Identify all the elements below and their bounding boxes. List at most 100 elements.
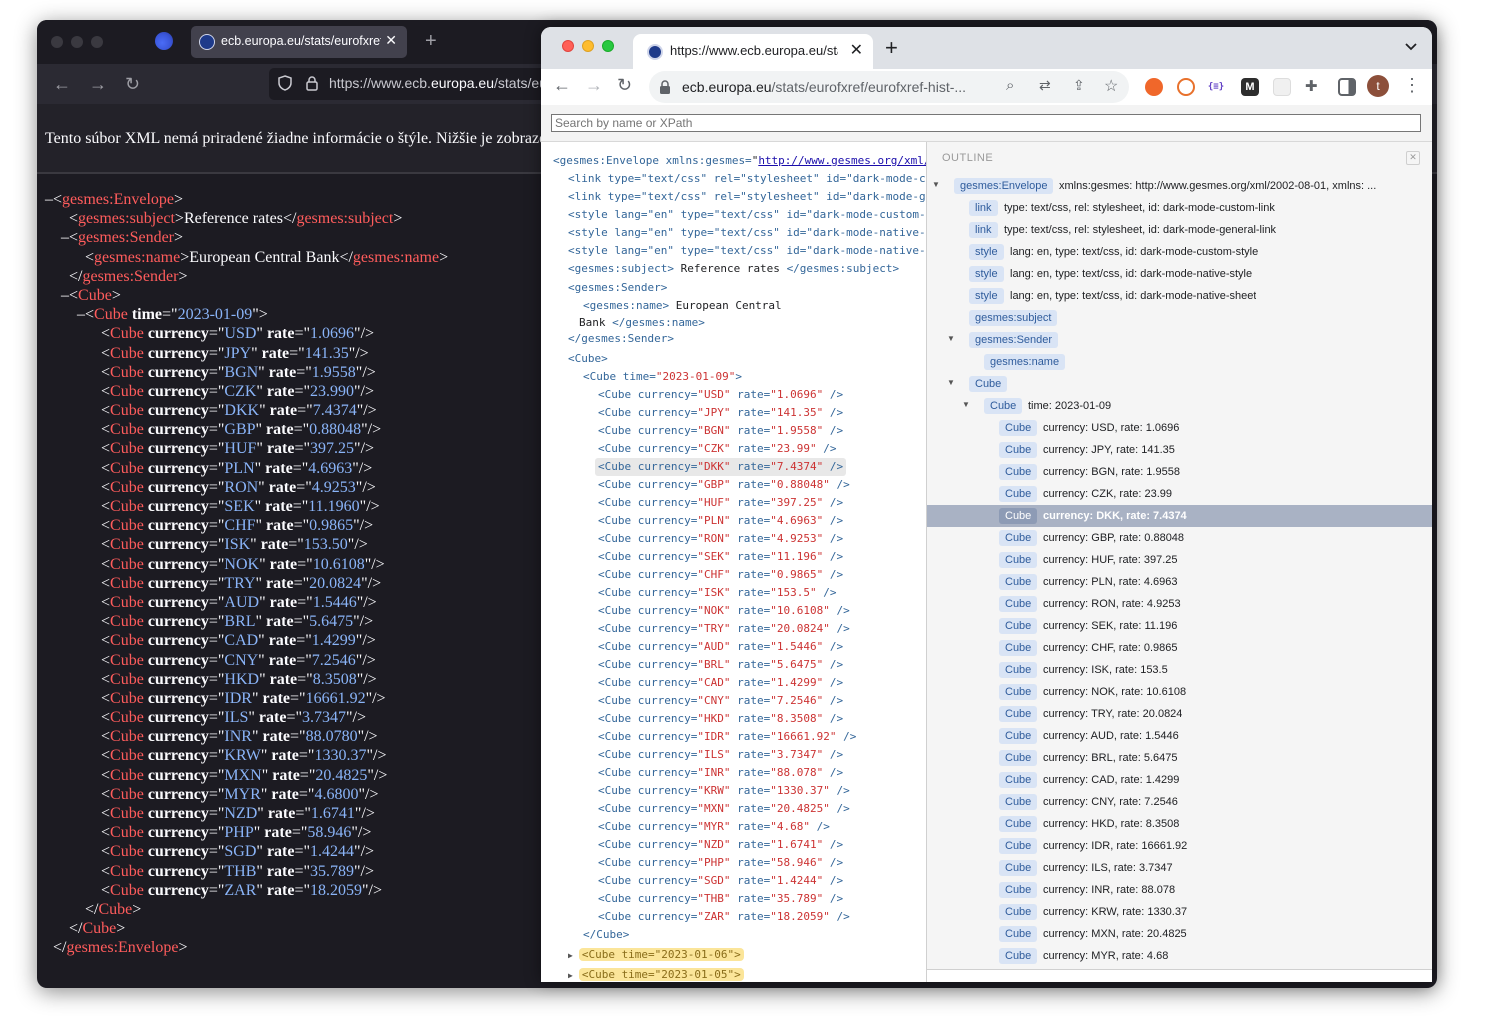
expand-triangle-icon[interactable]: ▼: [947, 334, 955, 343]
outline-row[interactable]: Cube currency: ILS, rate: 3.7347: [927, 857, 1432, 879]
expand-triangle-icon[interactable]: ▶: [568, 971, 573, 980]
bookmark-star-icon[interactable]: ☆: [1104, 76, 1118, 96]
outline-row[interactable]: ▼ gesmes:Envelope xmlns:gesmes: http://www…: [927, 175, 1432, 197]
window-minimize-dot[interactable]: [71, 36, 83, 48]
outline-row[interactable]: ▼ Cube time: 2023-01-09: [927, 395, 1432, 417]
outline-element-label[interactable]: gesmes:subject: [969, 310, 1058, 326]
cube-tag[interactable]: Cube: [78, 287, 112, 304]
outline-row[interactable]: style lang: en, type: text/css, id: dark-…: [927, 285, 1432, 307]
outline-element-label[interactable]: Cube: [999, 552, 1038, 568]
outline-row[interactable]: Cube currency: NOK, rate: 10.6108: [927, 681, 1432, 703]
extensions-puzzle-icon[interactable]: ✚: [1305, 77, 1318, 95]
outline-element-label[interactable]: style: [969, 266, 1004, 282]
outline-row[interactable]: Cube currency: CZK, rate: 23.99: [927, 483, 1432, 505]
outline-element-label[interactable]: Cube: [999, 508, 1038, 524]
cube-open[interactable]: <Cube>: [568, 352, 608, 365]
outline-element-label[interactable]: Cube: [999, 794, 1038, 810]
outline-element-label[interactable]: Cube: [999, 530, 1038, 546]
expand-triangle-icon[interactable]: ▶: [568, 951, 573, 960]
window-zoom-dot[interactable]: [91, 36, 103, 48]
cube-tag[interactable]: Cube: [94, 306, 128, 323]
outline-row[interactable]: Cube currency: PLN, rate: 4.6963: [927, 571, 1432, 593]
outline-element-label[interactable]: Cube: [999, 816, 1038, 832]
outline-row[interactable]: Cube currency: CAD, rate: 1.4299: [927, 769, 1432, 791]
outline-row[interactable]: gesmes:subject: [927, 307, 1432, 329]
outline-element-label[interactable]: gesmes:name: [984, 354, 1066, 370]
outline-element-label[interactable]: Cube: [999, 926, 1038, 942]
expand-triangle-icon[interactable]: ▼: [962, 400, 970, 409]
outline-row[interactable]: style lang: en, type: text/css, id: dark-…: [927, 263, 1432, 285]
collapsed-cube-line[interactable]: ▶ <Cube time="2023-01-06">: [568, 946, 744, 965]
outline-element-label[interactable]: gesmes:Envelope: [954, 178, 1054, 194]
outline-element-label[interactable]: style: [969, 244, 1004, 260]
outline-element-label[interactable]: Cube: [999, 860, 1038, 876]
expand-triangle-icon[interactable]: ▼: [932, 180, 940, 189]
outline-row[interactable]: Cube currency: JPY, rate: 141.35: [927, 439, 1432, 461]
outline-element-label[interactable]: Cube: [999, 772, 1038, 788]
chrome-active-tab[interactable]: https://www.ecb.europa.eu/stats/eurofxre…: [633, 34, 873, 69]
chrome-omnibox[interactable]: ecb.europa.eu/stats/eurofxref/eurofxref-…: [649, 71, 1129, 103]
more-menu-icon[interactable]: ⋮: [1403, 75, 1421, 96]
expand-triangle-icon[interactable]: ▼: [947, 378, 955, 387]
avatar[interactable]: t: [1367, 75, 1389, 97]
reload-icon[interactable]: ↻: [125, 74, 140, 95]
outline-element-label[interactable]: Cube: [969, 376, 1008, 392]
outline-element-label[interactable]: style: [969, 288, 1004, 304]
outline-element-label[interactable]: Cube: [999, 728, 1038, 744]
new-tab-icon[interactable]: +: [885, 35, 898, 61]
new-tab-icon[interactable]: +: [425, 30, 437, 53]
close-tab-icon[interactable]: ✕: [385, 32, 397, 49]
window-close-dot[interactable]: [51, 36, 63, 48]
cube-time-open[interactable]: <Cube: [583, 370, 616, 383]
envelope-tag[interactable]: gesmes:Envelope: [62, 191, 174, 208]
outline-row[interactable]: Cube currency: BRL, rate: 5.6475: [927, 747, 1432, 769]
outline-element-label[interactable]: Cube: [984, 398, 1023, 414]
outline-element-label[interactable]: Cube: [999, 464, 1038, 480]
outline-row[interactable]: Cube currency: SEK, rate: 11.196: [927, 615, 1432, 637]
outline-row[interactable]: Cube currency: KRW, rate: 1330.37: [927, 901, 1432, 923]
back-icon[interactable]: ←: [53, 74, 71, 95]
outline-element-label[interactable]: Cube: [999, 706, 1038, 722]
outline-element-label[interactable]: Cube: [999, 442, 1038, 458]
reload-icon[interactable]: ↻: [617, 75, 632, 96]
lock-icon[interactable]: [659, 79, 671, 95]
sender-open[interactable]: <gesmes:Sender>: [568, 281, 667, 294]
outline-element-label[interactable]: Cube: [999, 684, 1038, 700]
firefox-view-icon[interactable]: [155, 32, 173, 50]
outline-element-label[interactable]: Cube: [999, 948, 1038, 964]
outline-row[interactable]: Cube currency: TRY, rate: 20.0824: [927, 703, 1432, 725]
xpath-search-input[interactable]: [551, 114, 1421, 132]
outline-row[interactable]: style lang: en, type: text/css, id: dark-…: [927, 241, 1432, 263]
outline-row[interactable]: Cube currency: CNY, rate: 7.2546: [927, 791, 1432, 813]
outline-row[interactable]: link type: text/css, rel: stylesheet, id:…: [927, 197, 1432, 219]
outline-element-label[interactable]: Cube: [999, 618, 1038, 634]
extension-orange-icon[interactable]: [1145, 78, 1163, 96]
search-icon[interactable]: ⌕: [1006, 77, 1014, 94]
sender-tag[interactable]: gesmes:Sender: [78, 229, 174, 246]
outline-close-icon[interactable]: ✕: [1406, 151, 1420, 165]
shield-icon[interactable]: [277, 75, 293, 91]
outline-element-label[interactable]: Cube: [999, 574, 1038, 590]
translate-icon[interactable]: ⇄: [1039, 77, 1051, 94]
outline-element-label[interactable]: Cube: [999, 640, 1038, 656]
outline-row[interactable]: link type: text/css, rel: stylesheet, id:…: [927, 219, 1432, 241]
outline-row[interactable]: Cube currency: GBP, rate: 0.88048: [927, 527, 1432, 549]
outline-row[interactable]: Cube currency: USD, rate: 1.0696: [927, 417, 1432, 439]
collapsed-cube-tag[interactable]: <Cube time="2023-01-06">: [578, 948, 744, 961]
outline-element-label[interactable]: gesmes:Sender: [969, 332, 1059, 348]
outline-element-label[interactable]: Cube: [999, 420, 1038, 436]
window-minimize-dot[interactable]: [582, 40, 594, 52]
envelope-open-tag[interactable]: <gesmes:Envelope: [553, 154, 659, 167]
firefox-active-tab[interactable]: ecb.europa.eu/stats/eurofxref/eu ✕: [191, 26, 407, 58]
json-viewer-extension-icon[interactable]: {≡}: [1207, 78, 1225, 96]
m-extension-icon[interactable]: M: [1241, 78, 1259, 96]
outline-row[interactable]: Cube currency: HKD, rate: 8.3508: [927, 813, 1432, 835]
back-icon[interactable]: ←: [553, 75, 571, 96]
outline-element-label[interactable]: Cube: [999, 882, 1038, 898]
outline-row[interactable]: Cube currency: AUD, rate: 1.5446: [927, 725, 1432, 747]
outline-element-label[interactable]: Cube: [999, 662, 1038, 678]
outline-row-selected[interactable]: Cube currency: DKK, rate: 7.4374: [927, 505, 1432, 527]
lock-icon[interactable]: [305, 75, 319, 91]
collapsed-cube-tag[interactable]: <Cube time="2023-01-05">: [578, 968, 744, 981]
outline-element-label[interactable]: link: [969, 200, 998, 216]
